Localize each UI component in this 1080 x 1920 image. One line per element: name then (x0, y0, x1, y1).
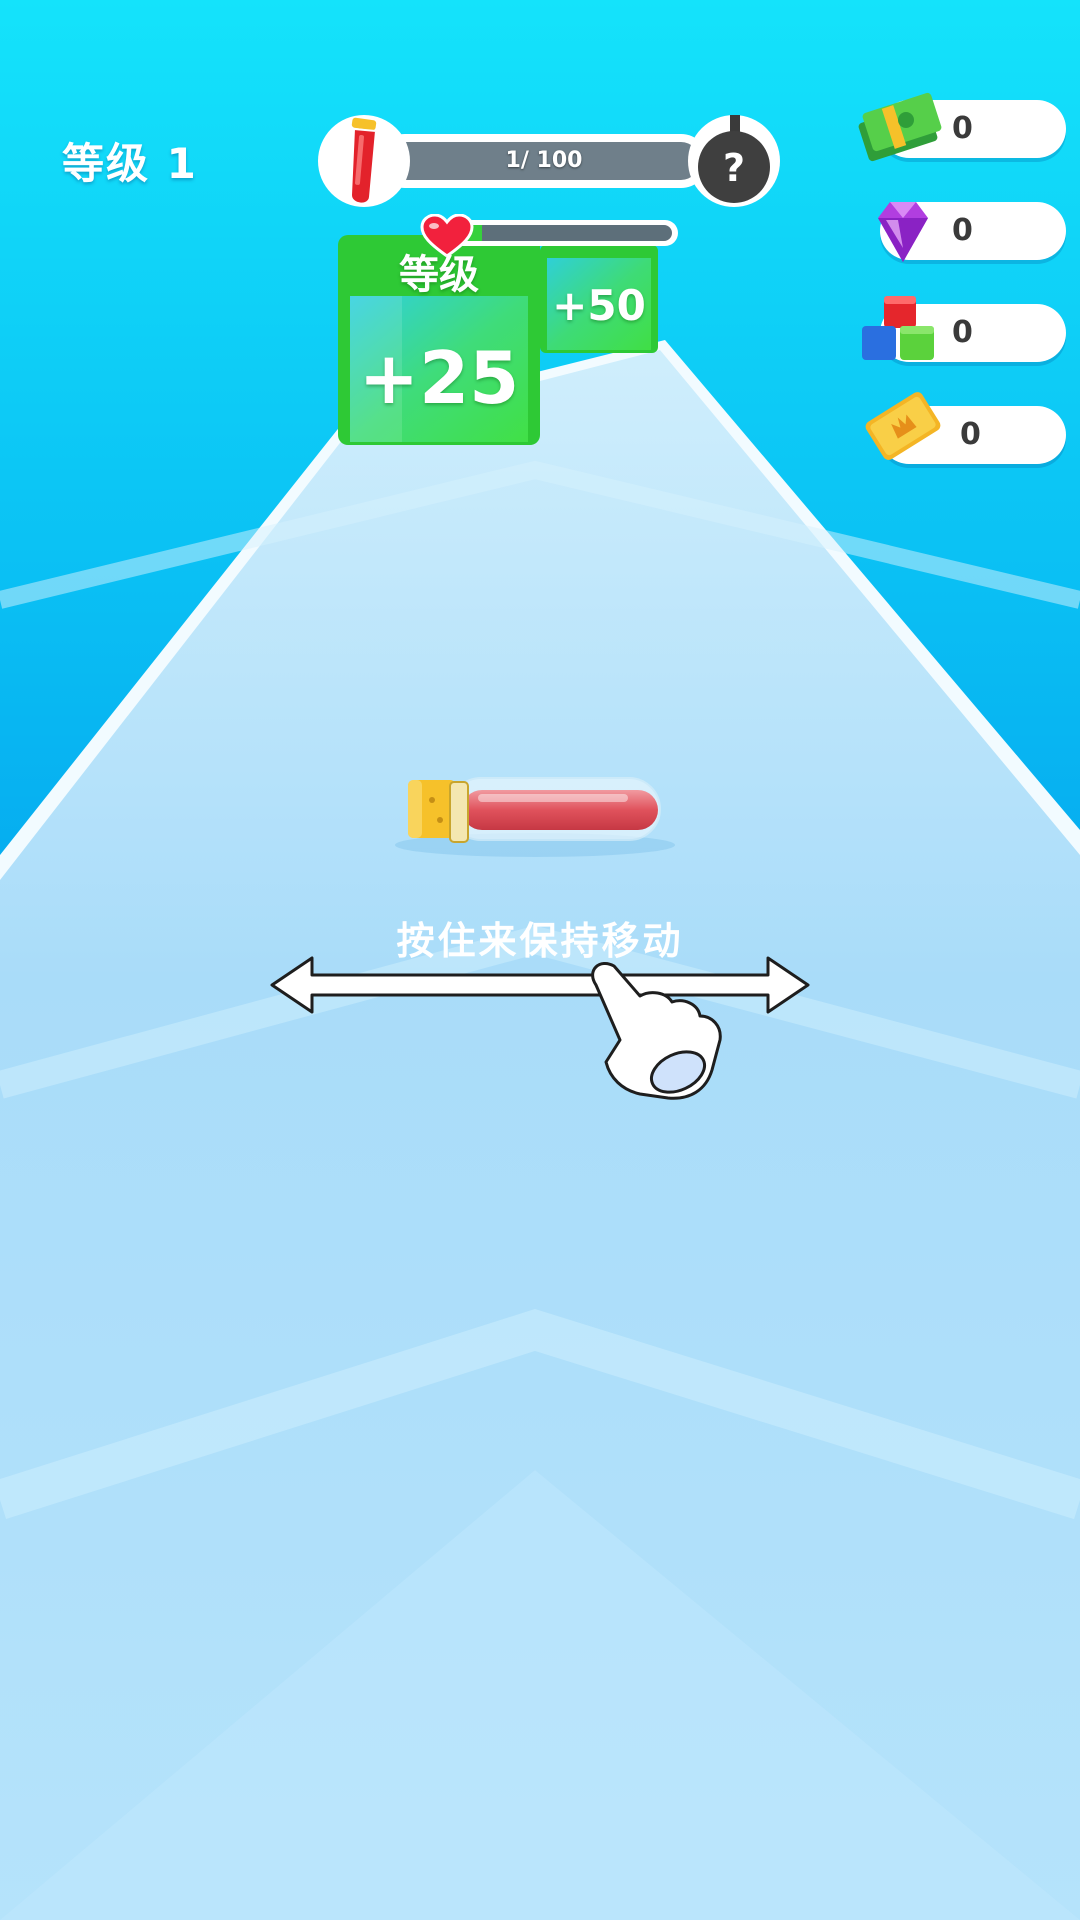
gate-near-value: +25 (358, 336, 520, 420)
gate-near-header: 等级 (399, 252, 479, 298)
level-progress-bar: 1/ 100 ? (318, 109, 780, 207)
ticket-count: 0 (960, 417, 981, 452)
cash-icon (858, 92, 942, 162)
gate-far-value: +50 (552, 281, 646, 330)
mystery-question-icon: ? (698, 109, 770, 203)
tutorial-hint: 按住来保持移动 (396, 919, 684, 963)
svg-text:?: ? (723, 146, 745, 190)
mystery-reward: ? (688, 109, 780, 207)
test-tube-player[interactable] (395, 777, 675, 857)
gem-count: 0 (952, 213, 973, 248)
cubes-count: 0 (952, 315, 973, 350)
gate-far-labels: +50 (540, 245, 658, 353)
tube-avatar (318, 115, 410, 207)
level-label: 等级 1 (62, 139, 198, 188)
test-tube-icon (349, 117, 378, 205)
gem-icon (878, 202, 928, 262)
progress-text: 1/ 100 (505, 148, 583, 173)
gate-near-labels: 等级 +25 (338, 236, 540, 446)
ticket-icon (865, 392, 941, 460)
cubes-icon (862, 296, 934, 360)
cash-count: 0 (952, 111, 973, 146)
